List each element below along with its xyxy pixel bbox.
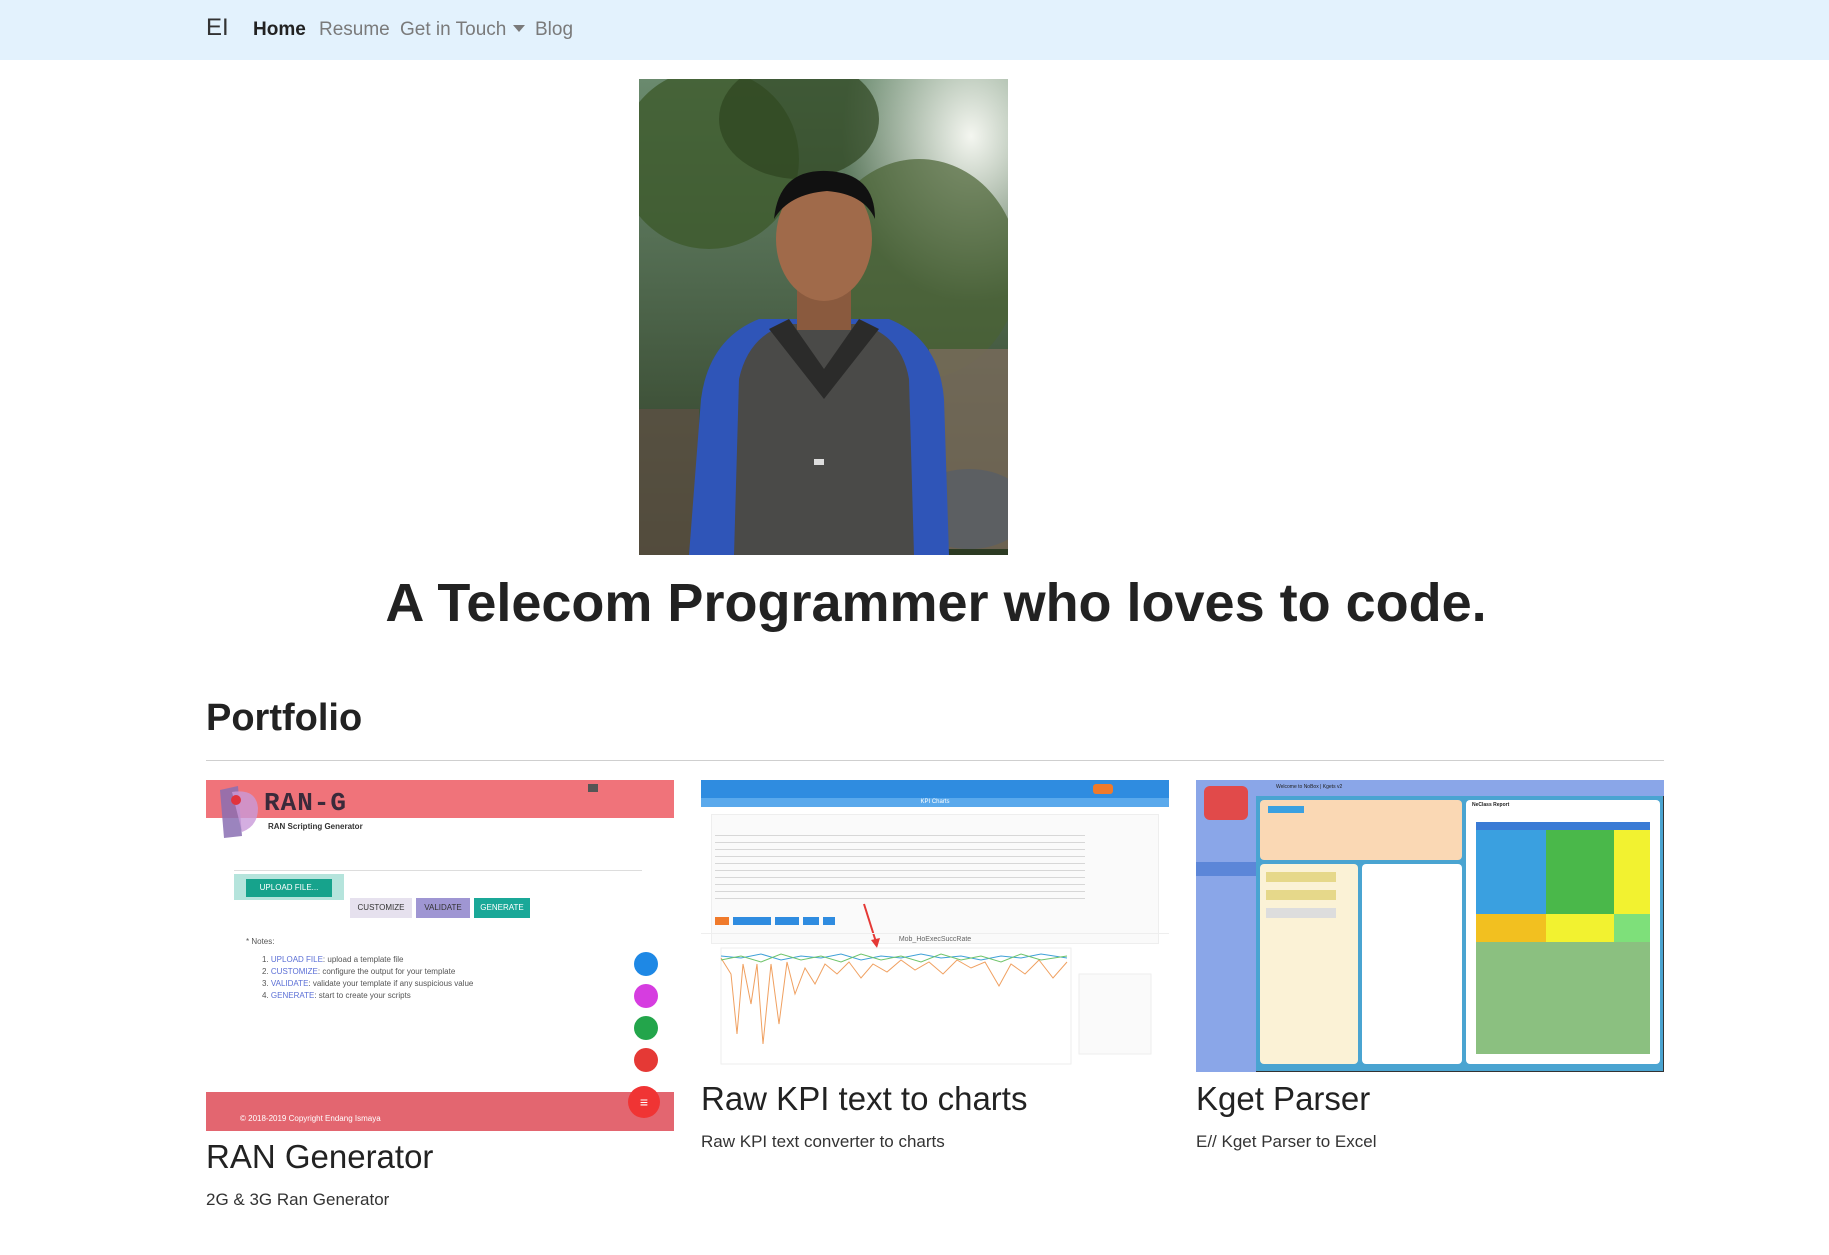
rang-app-title: RAN-G [264,788,348,818]
kget-logo-icon [1204,786,1248,820]
kget-options-panel [1362,864,1462,1064]
kpi-table-row [715,863,1085,864]
rang-footer-text: © 2018-2019 Copyright Endang Ismaya [240,1114,381,1123]
kpi-button [715,917,729,925]
rang-note-item: 3. VALIDATE: validate your template if a… [262,979,474,988]
rang-logo-icon [220,786,258,838]
kpi-table-row [715,884,1085,885]
kpi-table-row [715,877,1085,878]
kget-convert-button [1266,908,1336,918]
portfolio-title-ran-generator[interactable]: RAN Generator [206,1138,433,1176]
chevron-down-icon [513,25,526,32]
kpi-chart-lines [720,947,1152,1065]
rang-upload-button: UPLOAD FILE... [246,879,332,897]
portfolio-title: Portfolio [206,697,363,739]
profile-photo [639,79,1008,555]
brand-logo[interactable]: EI [206,14,229,42]
portfolio-title-kget-parser[interactable]: Kget Parser [1196,1080,1370,1118]
rang-app-subtitle: RAN Scripting Generator [268,822,363,831]
rang-notes-title: * Notes: [246,937,275,946]
rang-fab-pink-icon [634,984,658,1008]
kpi-badge-icon [1093,784,1113,794]
rang-fab-red-icon [634,1048,658,1072]
kpi-button [733,917,771,925]
rang-generate-button: GENERATE [474,898,530,918]
rang-fab-green-icon [634,1016,658,1040]
kget-parse-text-button [1266,872,1336,882]
rang-divider [234,870,642,871]
portfolio-thumbnail-kget-parser[interactable]: Welcome to NoBox | Kgets v2 NeClass Repo… [1196,780,1664,1072]
nav-blog[interactable]: Blog [535,19,573,41]
kget-sidebar-item [1196,862,1256,876]
rang-fab-blue-icon [634,952,658,976]
rang-validate-button: VALIDATE [416,898,470,918]
kpi-table-row [715,835,1085,836]
kget-report-title: NeClass Report [1472,802,1510,808]
kpi-table-row [715,870,1085,871]
kpi-header: KPI Charts [701,798,1169,807]
kpi-table-row [715,891,1085,892]
kpi-chart: Mob_HoExecSuccRate [701,933,1169,1071]
rang-note-item: 1. UPLOAD FILE: upload a template file [262,955,404,964]
kget-select-folder-button [1268,806,1304,813]
kget-window-title: Welcome to NoBox | Kgets v2 [1276,784,1343,790]
rang-menu-icon: ≡ [628,1086,660,1118]
rang-note-item: 2. CUSTOMIZE: configure the output for y… [262,967,456,976]
section-divider [206,760,1664,761]
portfolio-title-raw-kpi[interactable]: Raw KPI text to charts [701,1080,1027,1118]
portfolio-thumbnail-raw-kpi[interactable]: KPI Charts Mob_HoExecSuccRate [701,780,1169,1071]
kget-report-table [1476,822,1650,1054]
portfolio-desc-kget-parser: E// Kget Parser to Excel [1196,1132,1377,1151]
profile-photo-image [639,79,1008,555]
kget-sidebar [1196,780,1256,1072]
nav-get-in-touch[interactable]: Get in Touch [400,19,526,41]
window-icon [588,784,598,792]
nav-resume[interactable]: Resume [319,19,390,41]
nav-home[interactable]: Home [253,19,306,41]
rang-notes: * Notes: 1. UPLOAD FILE: upload a templa… [246,936,473,1002]
kpi-table-row [715,898,1085,899]
portfolio-desc-raw-kpi: Raw KPI text converter to charts [701,1132,945,1151]
portfolio-thumbnail-ran-generator[interactable]: RAN-G RAN Scripting Generator UPLOAD FIL… [206,780,674,1131]
kpi-button [803,917,819,925]
hero-tagline: A Telecom Programmer who loves to code. [385,573,1487,633]
kpi-button [775,917,799,925]
navbar: EI Home Resume Get in Touch Blog [0,0,1829,60]
portfolio-desc-ran-generator: 2G & 3G Ran Generator [206,1190,390,1209]
kpi-button [823,917,835,925]
rang-note-item: 4. GENERATE: start to create your script… [262,991,411,1000]
nav-get-in-touch-label: Get in Touch [400,19,507,40]
rang-customize-button: CUSTOMIZE [350,898,412,918]
kpi-table-row [715,856,1085,857]
kpi-table-row [715,842,1085,843]
rang-footer: © 2018-2019 Copyright Endang Ismaya [206,1092,674,1131]
kpi-table-row [715,849,1085,850]
kpi-chart-title: Mob_HoExecSuccRate [898,936,972,943]
kget-parse-file-button [1266,890,1336,900]
